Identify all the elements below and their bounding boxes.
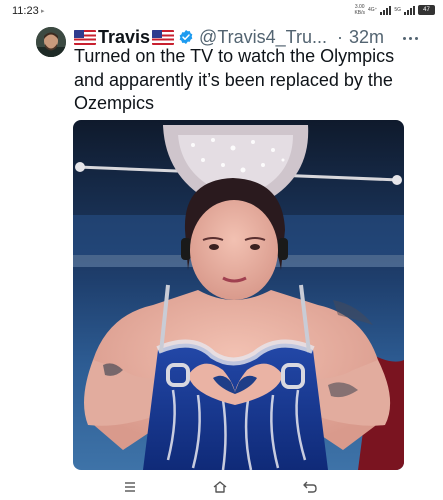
cell-type-2: 5G bbox=[394, 7, 401, 13]
back-icon[interactable] bbox=[298, 477, 322, 497]
cell-type-1: 4G⁺ bbox=[368, 7, 378, 13]
signal-icon bbox=[380, 5, 392, 15]
more-options-icon[interactable] bbox=[398, 30, 422, 46]
cell-label-1: 4G⁺ bbox=[368, 7, 377, 13]
tweet-image[interactable] bbox=[73, 120, 404, 470]
network-speed: 3.00 KB/s bbox=[354, 4, 365, 16]
status-bar: 11:23 ▸ 3.00 KB/s 4G⁺ 5G 47 bbox=[0, 0, 443, 26]
signal-icon-2 bbox=[404, 5, 415, 15]
status-time: 11:23 bbox=[12, 5, 39, 17]
system-nav-bar bbox=[0, 474, 443, 500]
recents-icon[interactable] bbox=[118, 477, 142, 497]
us-flag-icon bbox=[74, 29, 96, 45]
status-indicator: ▸ bbox=[41, 8, 45, 15]
battery-icon: 47 bbox=[418, 5, 435, 15]
verified-badge-icon bbox=[179, 30, 193, 44]
network-speed-unit: KB/s bbox=[354, 10, 366, 16]
home-icon[interactable] bbox=[208, 477, 232, 497]
tweet-text: Turned on the TV to watch the Olympics a… bbox=[74, 46, 395, 113]
us-flag-icon bbox=[152, 29, 175, 45]
avatar[interactable] bbox=[36, 27, 66, 57]
cell-label-2: 5G bbox=[394, 7, 401, 13]
status-icons: 3.00 KB/s 4G⁺ 5G 47 bbox=[354, 4, 435, 16]
